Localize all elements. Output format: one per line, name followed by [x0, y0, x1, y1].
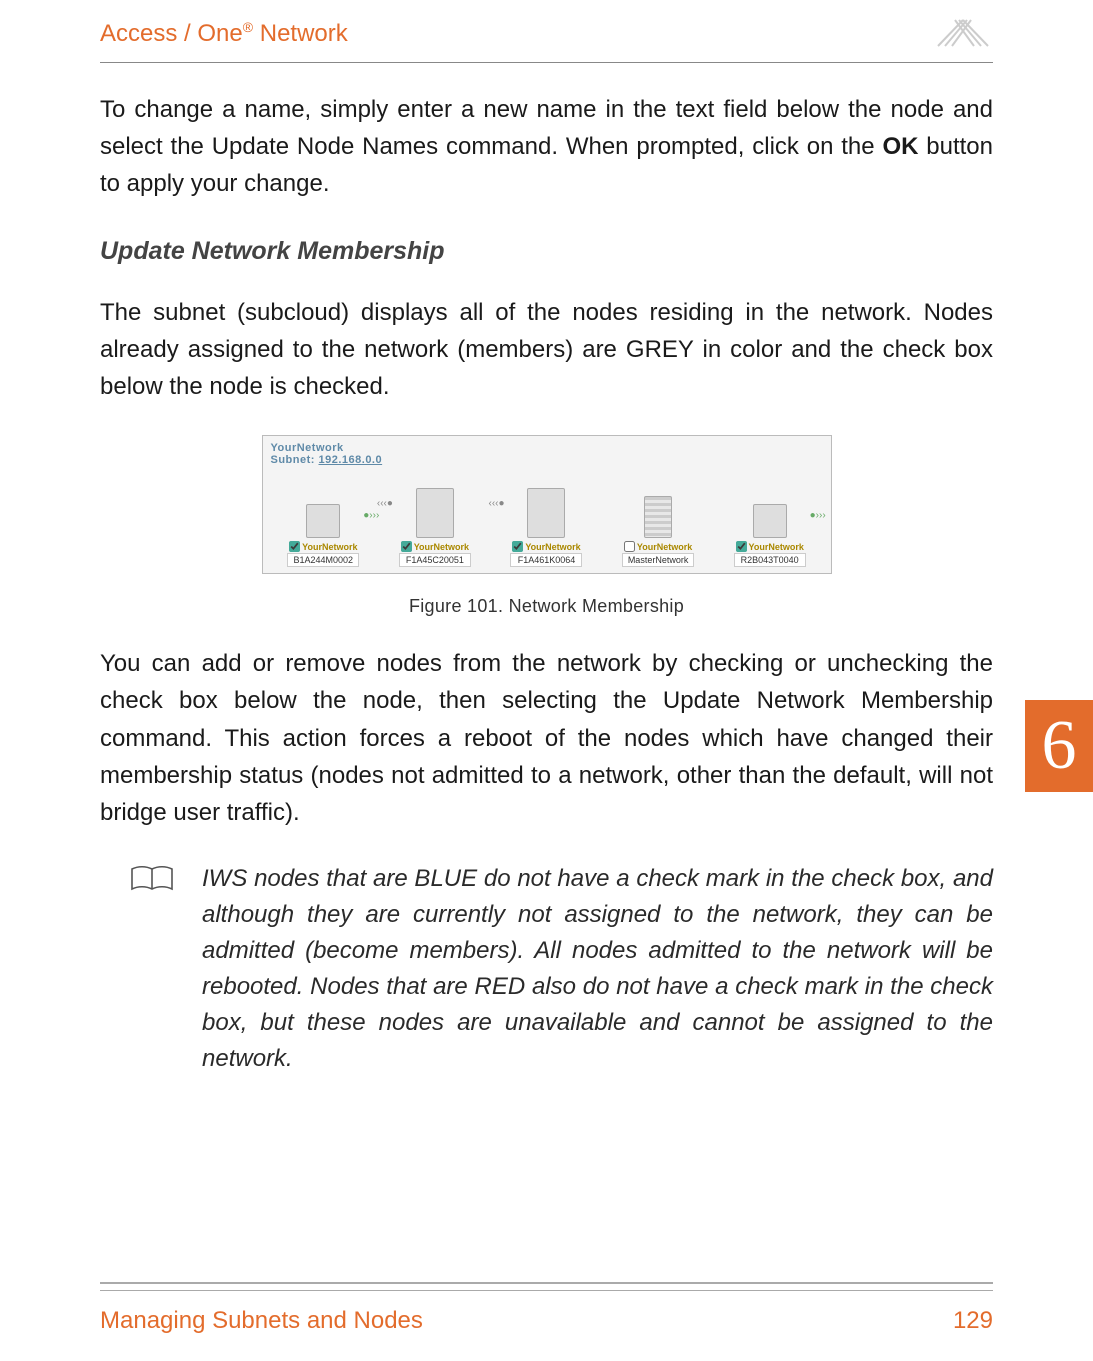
figure-subnet: Subnet: 192.168.0.0: [271, 454, 823, 466]
node-id-label: R2B043T0040: [734, 553, 806, 567]
paragraph-subnet-display: The subnet (subcloud) displays all of th…: [100, 294, 993, 406]
header-rule: [100, 62, 993, 63]
node-checkbox[interactable]: [736, 541, 747, 552]
figure-network-name: YourNetwork: [271, 442, 823, 454]
footer-section: Managing Subnets and Nodes: [100, 1307, 423, 1335]
node-checkbox-row[interactable]: YourNetwork: [401, 541, 469, 552]
node-device-icon: [416, 488, 454, 538]
header-title: Access / One® Network: [100, 19, 348, 48]
node-item: ‹‹‹● YourNetwork F1A461K0064: [510, 488, 582, 567]
p1-ok: OK: [882, 133, 918, 160]
node-checkbox-row[interactable]: YourNetwork: [736, 541, 804, 552]
note-text: IWS nodes that are BLUE do not have a ch…: [202, 861, 993, 1077]
node-id-label: B1A244M0002: [287, 553, 359, 567]
node-checkbox-row[interactable]: YourNetwork: [289, 541, 357, 552]
node-check-label: YourNetwork: [637, 542, 692, 552]
footer-rule-bottom: [100, 1290, 993, 1291]
signal-out-icon: ●›››: [810, 510, 826, 521]
node-item: ●››› YourNetwork B1A244M0002: [287, 504, 359, 567]
figure-subnet-link[interactable]: 192.168.0.0: [319, 454, 383, 466]
header-title-post: Network: [253, 20, 348, 47]
node-checkbox[interactable]: [624, 541, 635, 552]
paragraph-change-name: To change a name, simply enter a new nam…: [100, 91, 993, 203]
node-checkbox-row[interactable]: YourNetwork: [624, 541, 692, 552]
node-device-icon: [753, 504, 787, 538]
paragraph-add-remove-nodes: You can add or remove nodes from the net…: [100, 645, 993, 831]
node-server-icon: [644, 496, 672, 538]
header-title-sup: ®: [243, 19, 253, 35]
heading-update-network-membership: Update Network Membership: [100, 237, 993, 266]
footer-rule-top: [100, 1282, 993, 1284]
node-item: YourNetwork MasterNetwork: [622, 496, 694, 567]
node-check-label: YourNetwork: [525, 542, 580, 552]
node-checkbox[interactable]: [289, 541, 300, 552]
header-title-pre: Access / One: [100, 20, 243, 47]
figure-caption: Figure 101. Network Membership: [100, 596, 993, 617]
node-id-label: F1A461K0064: [510, 553, 582, 567]
node-check-label: YourNetwork: [749, 542, 804, 552]
signal-out-icon: ●›››: [363, 510, 379, 521]
node-device-icon: [527, 488, 565, 538]
figure-subnet-label: Subnet:: [271, 454, 319, 466]
node-id-label: MasterNetwork: [622, 553, 694, 567]
figure-wrap: YourNetwork Subnet: 192.168.0.0 ●››› You…: [100, 435, 993, 574]
signal-in-icon: ‹‹‹●: [377, 498, 393, 509]
book-icon: [130, 861, 174, 1077]
node-checkbox[interactable]: [401, 541, 412, 552]
node-id-label: F1A45C20051: [399, 553, 471, 567]
node-check-label: YourNetwork: [302, 542, 357, 552]
chapter-tab: 6: [1025, 700, 1093, 792]
node-check-label: YourNetwork: [414, 542, 469, 552]
p1-pre: To change a name, simply enter a new nam…: [100, 96, 993, 160]
page-header: Access / One® Network: [100, 0, 993, 56]
note-block: IWS nodes that are BLUE do not have a ch…: [100, 861, 993, 1077]
brand-stripes-icon: [933, 18, 993, 48]
page-footer: Managing Subnets and Nodes 129: [100, 1282, 993, 1335]
node-checkbox[interactable]: [512, 541, 523, 552]
signal-in-icon: ‹‹‹●: [488, 498, 504, 509]
node-item: ●››› YourNetwork R2B043T0040: [734, 504, 806, 567]
footer-page-number: 129: [953, 1307, 993, 1335]
figure-nodes-row: ●››› YourNetwork B1A244M0002 ‹‹‹● YourNe…: [271, 488, 823, 567]
node-item: ‹‹‹● YourNetwork F1A45C20051: [399, 488, 471, 567]
node-checkbox-row[interactable]: YourNetwork: [512, 541, 580, 552]
node-device-icon: [306, 504, 340, 538]
figure-network-membership: YourNetwork Subnet: 192.168.0.0 ●››› You…: [262, 435, 832, 574]
